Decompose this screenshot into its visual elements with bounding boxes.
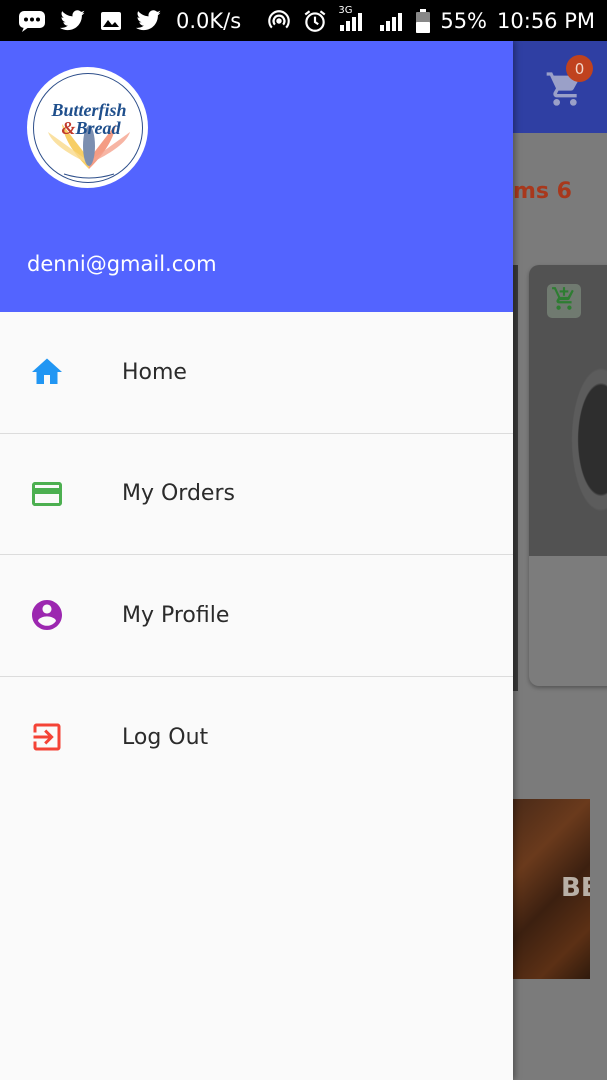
promo-banner[interactable]: BE xyxy=(513,799,590,979)
user-email: denni@gmail.com xyxy=(27,252,217,276)
menu-label-my-orders: My Orders xyxy=(122,481,235,507)
svg-text:&Bread: &Bread xyxy=(61,118,121,138)
status-bar-left: 0.0K/s xyxy=(18,9,241,33)
menu-item-log-out[interactable]: Log Out xyxy=(0,677,513,799)
signal-icon: 3G xyxy=(338,5,368,31)
home-icon xyxy=(29,354,65,390)
hotspot-icon xyxy=(266,8,292,34)
image-icon xyxy=(100,11,122,31)
logout-icon xyxy=(29,719,65,755)
message-icon xyxy=(18,10,46,32)
alarm-icon xyxy=(302,8,328,34)
svg-text:Butterfish: Butterfish xyxy=(50,100,126,120)
cart-badge: 0 xyxy=(566,55,593,82)
twitter-icon xyxy=(136,9,162,32)
product-card-edge xyxy=(513,265,518,691)
status-bar: 0.0K/s 3G 55% 10:56 PM xyxy=(0,0,607,41)
drawer-header: Butterfish &Bread denni@gmail.com xyxy=(0,41,513,312)
menu-label-home: Home xyxy=(122,359,187,385)
twitter-icon xyxy=(60,9,86,32)
account-circle-icon xyxy=(29,597,65,633)
items-count-text: ms 6 xyxy=(513,179,572,204)
menu-label-log-out: Log Out xyxy=(122,724,209,750)
logo-emblem: Butterfish &Bread xyxy=(32,72,143,183)
drawer-menu: Home My Orders My Profile Log Out xyxy=(0,312,513,798)
add-shopping-cart-icon xyxy=(551,286,577,316)
credit-card-icon xyxy=(29,476,65,512)
product-card[interactable] xyxy=(529,265,607,686)
navigation-drawer: Butterfish &Bread denni@gmail.com Home M… xyxy=(0,41,513,1080)
brand-logo: Butterfish &Bread xyxy=(27,67,148,188)
signal-icon xyxy=(378,11,406,31)
network-speed: 0.0K/s xyxy=(176,8,242,33)
menu-label-my-profile: My Profile xyxy=(122,602,230,628)
battery-percent: 55% xyxy=(440,8,488,33)
banner-text: BE xyxy=(561,873,590,903)
menu-item-my-profile[interactable]: My Profile xyxy=(0,555,513,677)
menu-item-home[interactable]: Home xyxy=(0,312,513,434)
add-to-cart-button[interactable] xyxy=(547,284,581,318)
network-type: 3G xyxy=(338,4,353,16)
battery-icon xyxy=(416,8,431,33)
menu-item-my-orders[interactable]: My Orders xyxy=(0,434,513,555)
clock: 10:56 PM xyxy=(497,8,595,33)
status-bar-right: 3G 55% 10:56 PM xyxy=(266,5,595,34)
